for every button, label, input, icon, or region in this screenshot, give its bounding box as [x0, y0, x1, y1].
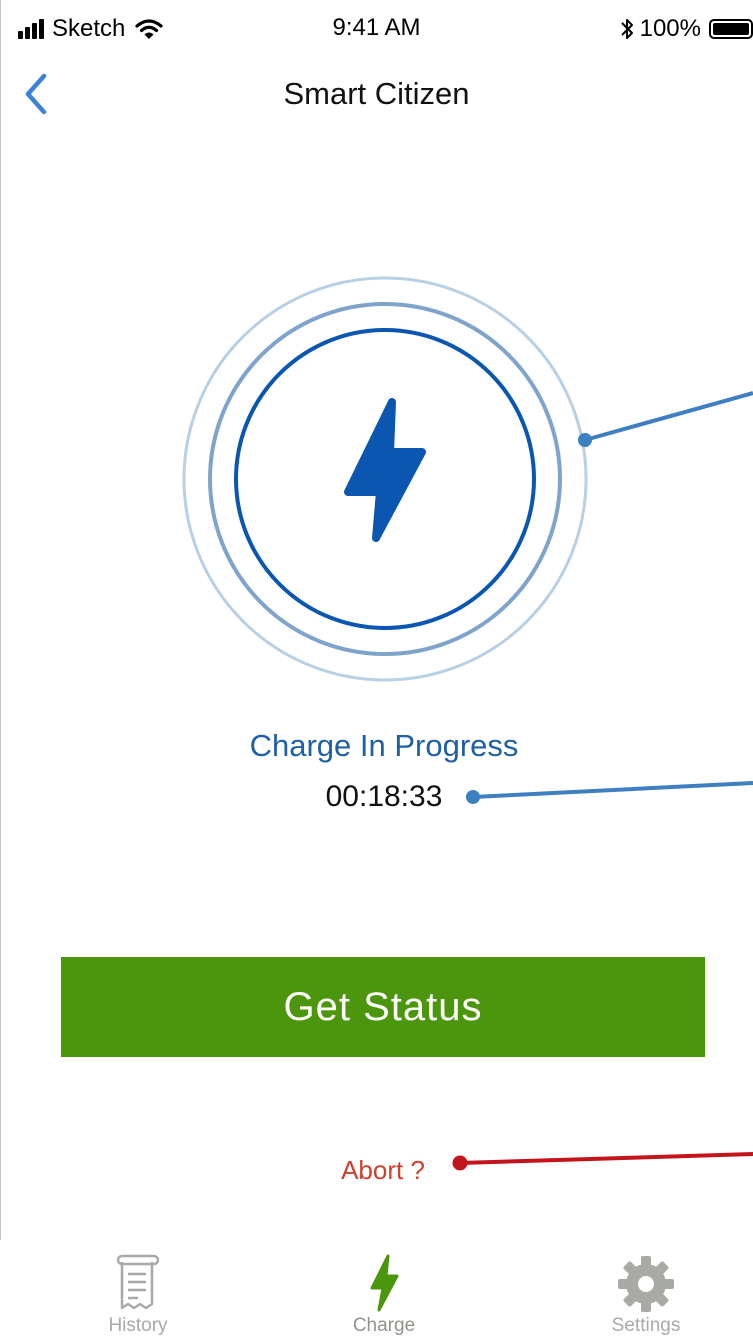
receipt-icon [116, 1254, 160, 1310]
status-bar-right: 100% [620, 14, 753, 44]
lightning-bolt-icon [370, 1254, 399, 1312]
annotation-line-abort [459, 1152, 753, 1165]
tab-settings[interactable]: Settings [566, 1240, 726, 1341]
battery-icon [709, 19, 753, 39]
status-bar: Sketch 9:41 AM 100% [0, 0, 753, 58]
page-title: Smart Citizen [283, 76, 470, 111]
gear-icon [618, 1256, 674, 1312]
tab-label-settings: Settings [611, 1315, 681, 1336]
charge-indicator [182, 276, 588, 682]
tab-charge[interactable]: Charge [304, 1240, 464, 1341]
nav-bar: Smart Citizen [0, 58, 753, 132]
tab-bar: History Charge Settings [0, 1240, 753, 1341]
battery-percent: 100% [639, 15, 701, 42]
bluetooth-icon [620, 19, 633, 39]
charge-status-text: Charge In Progress [249, 728, 519, 763]
charge-elapsed-time: 00:18:33 [325, 780, 443, 813]
tab-label-history: History [108, 1315, 168, 1336]
battery-fill [713, 23, 749, 35]
get-status-button[interactable]: Get Status [61, 957, 705, 1057]
tab-label-charge: Charge [352, 1315, 416, 1336]
abort-link[interactable]: Abort ? [300, 1155, 466, 1186]
tab-history[interactable]: History [58, 1240, 218, 1341]
lightning-bolt-icon [344, 398, 426, 542]
charge-screen: Sketch 9:41 AM 100% Smart Citizen Charge… [0, 0, 753, 1341]
